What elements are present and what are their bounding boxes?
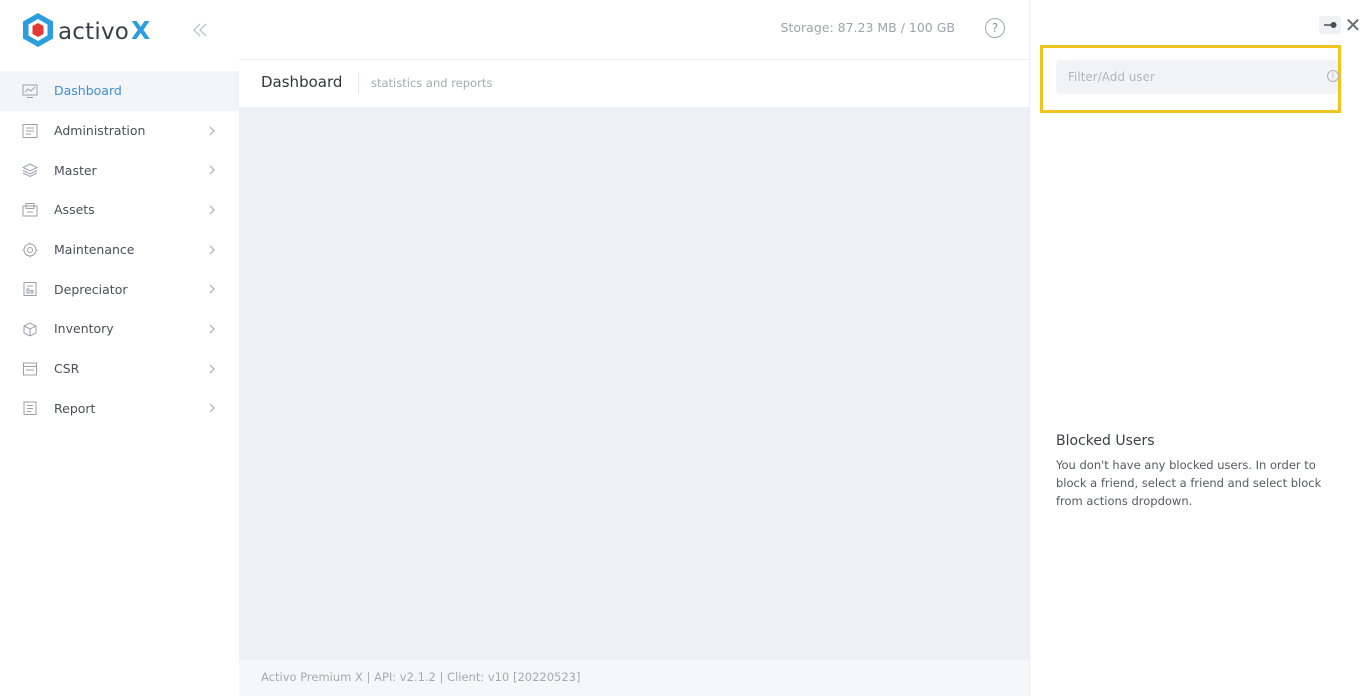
double-chevron-left-icon[interactable] xyxy=(190,20,210,40)
sidebar-item-label: Assets xyxy=(54,202,95,218)
page-subtitle: statistics and reports xyxy=(371,76,493,90)
sidebar-item-csr[interactable]: CSR xyxy=(0,349,239,389)
brand-suffix: X xyxy=(131,15,151,45)
sidebar-item-assets[interactable]: Assets xyxy=(0,190,239,230)
page-title: Dashboard xyxy=(261,73,343,91)
sidebar-item-label: Depreciator xyxy=(54,281,128,297)
gear-icon xyxy=(22,242,38,258)
blocked-users-title: Blocked Users xyxy=(1056,433,1155,449)
sidebar: activoX Dashboard Administration Master … xyxy=(0,0,239,696)
layers-icon xyxy=(22,163,38,178)
footer: Activo Premium X | API: v2.1.2 | Client:… xyxy=(239,660,1029,696)
chevron-right-icon xyxy=(209,205,215,215)
storage-usage: Storage: 87.23 MB / 100 GB xyxy=(780,20,955,35)
blocked-users-description: You don't have any blocked users. In ord… xyxy=(1056,458,1322,508)
sidebar-item-dashboard[interactable]: Dashboard xyxy=(0,71,239,111)
sidebar-item-label: Maintenance xyxy=(54,242,135,258)
pin-button[interactable] xyxy=(1319,16,1341,34)
help-icon[interactable]: ? xyxy=(985,18,1005,38)
sidebar-item-maintenance[interactable]: Maintenance xyxy=(0,230,239,270)
csr-icon xyxy=(23,362,37,376)
chevron-right-icon xyxy=(209,364,215,374)
sidebar-item-master[interactable]: Master xyxy=(0,150,239,190)
info-icon[interactable]: i xyxy=(1327,70,1339,82)
sidebar-item-label: Report xyxy=(54,400,96,416)
sidebar-item-label: Inventory xyxy=(54,321,114,337)
sidebar-item-label: Dashboard xyxy=(54,83,122,99)
chevron-right-icon xyxy=(209,245,215,255)
depreciator-icon xyxy=(23,282,37,297)
pin-icon xyxy=(1324,22,1337,28)
chevron-right-icon xyxy=(209,126,215,135)
sidebar-menu: Dashboard Administration Master Assets M… xyxy=(0,71,239,428)
assets-icon xyxy=(22,202,38,217)
sidebar-item-depreciator[interactable]: Depreciator xyxy=(0,269,239,309)
administration-icon xyxy=(22,123,38,138)
sidebar-item-label: Master xyxy=(54,162,97,178)
sidebar-item-report[interactable]: Report xyxy=(0,389,239,429)
dashboard-icon xyxy=(22,84,38,98)
activo-logo-icon xyxy=(23,13,53,47)
close-icon[interactable]: ✕ xyxy=(1344,15,1362,35)
main-content xyxy=(239,107,1029,660)
chevron-right-icon xyxy=(209,403,215,413)
quick-panel: ✕ i Blocked Users You don't have any blo… xyxy=(1029,0,1366,696)
brand-name-text: activo xyxy=(58,18,130,45)
version-info: Activo Premium X | API: v2.1.2 | Client:… xyxy=(261,670,581,684)
title-divider xyxy=(358,72,359,94)
sidebar-item-label: CSR xyxy=(54,361,80,377)
chevron-right-icon xyxy=(209,165,215,175)
filter-user-input[interactable] xyxy=(1056,60,1338,94)
inventory-icon xyxy=(23,322,37,337)
sidebar-item-label: Administration xyxy=(54,123,146,139)
chevron-right-icon xyxy=(209,324,215,334)
topbar: Storage: 87.23 MB / 100 GB ? xyxy=(239,0,1029,60)
sidebar-item-inventory[interactable]: Inventory xyxy=(0,309,239,349)
page-header: Dashboard statistics and reports xyxy=(239,60,1029,107)
logo[interactable]: activoX xyxy=(22,12,151,48)
sidebar-item-administration[interactable]: Administration xyxy=(0,111,239,151)
report-icon xyxy=(23,401,37,416)
brand-name: activoX xyxy=(58,16,151,45)
chevron-right-icon xyxy=(209,284,215,294)
